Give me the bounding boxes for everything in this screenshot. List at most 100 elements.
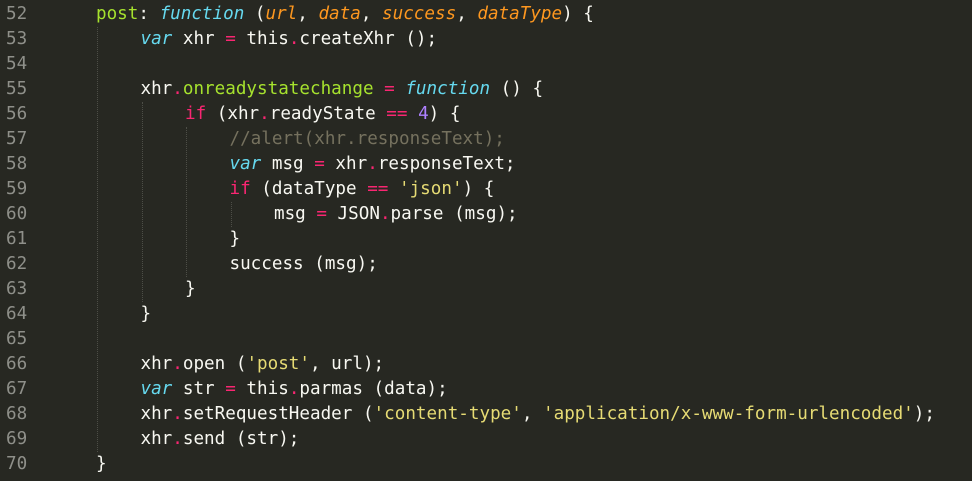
code-line[interactable]: 53 var xhr = this.createXhr (); bbox=[0, 27, 972, 52]
code-line[interactable]: 70} bbox=[0, 452, 972, 477]
code-line[interactable]: 58 var msg = xhr.responseText; bbox=[0, 152, 972, 177]
code-line[interactable]: 66 xhr.open ('post', url); bbox=[0, 352, 972, 377]
line-number: 53 bbox=[6, 29, 28, 49]
line-number: 66 bbox=[6, 354, 28, 374]
code-token: url bbox=[265, 4, 298, 24]
line-code: xhr.open ('post', url); bbox=[141, 352, 385, 377]
code-token: . bbox=[172, 429, 183, 449]
code-token: data bbox=[318, 4, 361, 24]
line-code: xhr.send (str); bbox=[141, 427, 300, 452]
code-token: ) { bbox=[462, 179, 495, 199]
code-token: . bbox=[288, 379, 300, 399]
code-token: (dataType bbox=[250, 179, 368, 199]
line-number: 70 bbox=[6, 454, 28, 474]
code-token: 'content-type' bbox=[373, 404, 522, 424]
code-line[interactable]: 67 var str = this.parmas (data); bbox=[0, 377, 972, 402]
code-line[interactable]: 64} bbox=[0, 302, 972, 327]
code-token: ) { bbox=[562, 4, 594, 24]
code-token: post bbox=[96, 4, 139, 24]
code-token: , bbox=[297, 4, 319, 24]
code-token: str bbox=[172, 379, 226, 399]
code-token: this bbox=[235, 379, 289, 399]
code-line[interactable]: 52 post: function (url, data, success, da… bbox=[0, 2, 972, 27]
code-token: (xhr bbox=[206, 104, 260, 124]
line-code: success (msg); bbox=[230, 252, 378, 277]
line-number: 67 bbox=[6, 379, 28, 399]
code-token: responseText; bbox=[377, 154, 516, 174]
code-token: xhr bbox=[140, 354, 173, 374]
code-token: , bbox=[456, 4, 478, 24]
code-token: ) { bbox=[428, 104, 461, 124]
code-line[interactable]: 63} bbox=[0, 277, 972, 302]
code-line[interactable]: 59 if (dataType == 'json') { bbox=[0, 177, 972, 202]
code-token: = bbox=[314, 154, 325, 174]
code-token: xhr bbox=[172, 29, 226, 49]
line-code: if (xhr.readyState == 4) { bbox=[185, 102, 460, 127]
code-line[interactable]: 56 if (xhr.readyState == 4) { bbox=[0, 102, 972, 127]
code-token: function bbox=[405, 79, 491, 99]
code-line[interactable]: 60 msg = JSON.parse (msg); bbox=[0, 202, 972, 227]
line-code: //alert(xhr.responseText); bbox=[230, 127, 505, 152]
code-token: . bbox=[172, 79, 183, 99]
line-code: var str = this.parmas (data); bbox=[141, 377, 448, 402]
code-token: xhr bbox=[140, 79, 173, 99]
code-token: . bbox=[379, 204, 391, 224]
code-token: , bbox=[360, 4, 383, 24]
code-token: var bbox=[229, 154, 262, 174]
line-code: var msg = xhr.responseText; bbox=[230, 152, 516, 177]
code-token: setRequestHeader ( bbox=[182, 404, 374, 424]
line-code: } bbox=[96, 452, 107, 477]
line-number: 61 bbox=[6, 229, 28, 249]
code-token: //alert(xhr.responseText); bbox=[229, 129, 505, 149]
line-code: xhr.setRequestHeader ('content-type', 'a… bbox=[141, 402, 935, 427]
code-line[interactable]: 69 xhr.send (str); bbox=[0, 427, 972, 452]
code-line[interactable]: 54 bbox=[0, 52, 972, 77]
code-token: onreadystatechange bbox=[182, 79, 374, 99]
code-token: . bbox=[172, 404, 183, 424]
code-token: } bbox=[229, 229, 241, 249]
line-number: 55 bbox=[6, 79, 28, 99]
code-token: this bbox=[235, 29, 289, 49]
code-token: var bbox=[140, 379, 173, 399]
code-token: == bbox=[367, 179, 389, 199]
code-token: parse (msg); bbox=[390, 204, 518, 224]
code-token: = bbox=[225, 29, 236, 49]
code-token: ( bbox=[244, 4, 266, 24]
code-line[interactable]: 65 bbox=[0, 327, 972, 352]
code-token: send (str); bbox=[182, 429, 300, 449]
code-token: readyState bbox=[269, 104, 387, 124]
code-token: ); bbox=[913, 404, 935, 424]
code-line[interactable]: 68 xhr.setRequestHeader ('content-type', … bbox=[0, 402, 972, 427]
code-token: . bbox=[367, 154, 378, 174]
code-token: parmas (data); bbox=[299, 379, 448, 399]
code-line[interactable]: 62 success (msg); bbox=[0, 252, 972, 277]
line-code: xhr.onreadystatechange = function () { bbox=[141, 77, 544, 102]
code-token: } bbox=[140, 304, 152, 324]
code-editor[interactable]: 52 post: function (url, data, success, da… bbox=[0, 0, 972, 481]
code-token: . bbox=[288, 29, 300, 49]
code-token: if bbox=[229, 179, 251, 199]
code-token: 'application/x-www-form-urlencoded' bbox=[543, 404, 914, 424]
line-code: post: function (url, data, success, data… bbox=[96, 2, 594, 27]
code-token: var bbox=[140, 29, 173, 49]
line-code: } bbox=[141, 302, 152, 327]
line-number: 63 bbox=[6, 279, 28, 299]
code-line[interactable]: 55 xhr.onreadystatechange = function () { bbox=[0, 77, 972, 102]
code-token: : bbox=[138, 4, 160, 24]
code-line[interactable]: 57 //alert(xhr.responseText); bbox=[0, 127, 972, 152]
code-token: . bbox=[259, 104, 270, 124]
code-token: success (msg); bbox=[229, 254, 378, 274]
code-token: msg bbox=[261, 154, 315, 174]
code-token: createXhr (); bbox=[299, 29, 438, 49]
code-line[interactable]: 61} bbox=[0, 227, 972, 252]
code-token: xhr bbox=[140, 429, 173, 449]
code-token: 'post' bbox=[246, 354, 310, 374]
code-token: msg bbox=[274, 204, 317, 224]
line-number: 64 bbox=[6, 304, 28, 324]
code-token: xhr bbox=[140, 404, 173, 424]
code-token: JSON bbox=[326, 204, 380, 224]
